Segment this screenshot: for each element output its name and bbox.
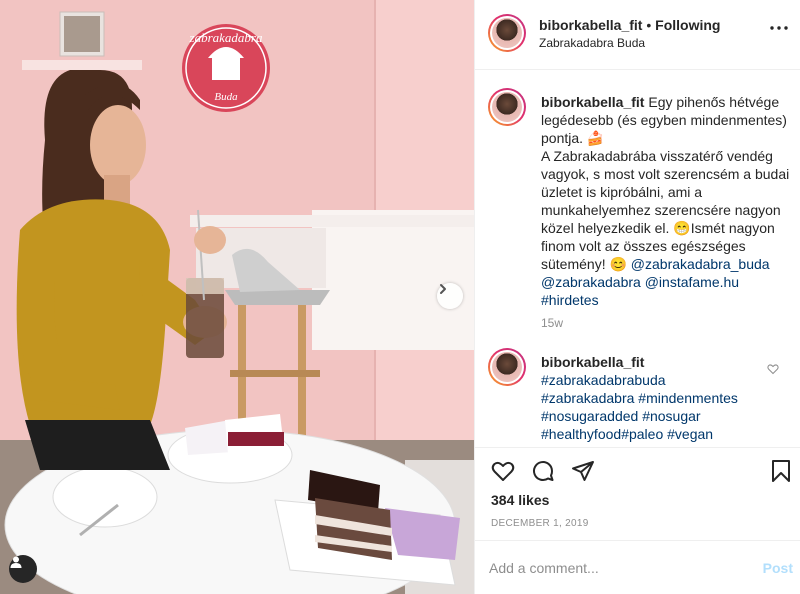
comment-input[interactable]: [489, 556, 749, 580]
hashtag-link[interactable]: #zabrakadabra: [541, 390, 634, 406]
share-icon[interactable]: [571, 459, 595, 483]
caption-avatar[interactable]: [488, 88, 526, 126]
caption-username[interactable]: biborkabella_fit: [541, 94, 644, 110]
comment-icon[interactable]: [531, 459, 555, 483]
hashtag-link[interactable]: #hirdetes: [541, 292, 599, 308]
post-actions: 384 likes DECEMBER 1, 2019: [475, 447, 800, 545]
hashtag-link[interactable]: #zabrakadabrabuda: [541, 372, 666, 388]
hashtag-link[interactable]: #mindenmentes: [638, 390, 738, 406]
comment-avatar[interactable]: [488, 348, 526, 386]
avatar[interactable]: [488, 14, 526, 52]
post-side-panel: biborkabella_fit • Following Zabrakadabr…: [474, 0, 800, 594]
mention-link[interactable]: @zabrakadabra: [541, 274, 641, 290]
user-tag-icon: [10, 556, 22, 568]
post-header: biborkabella_fit • Following Zabrakadabr…: [475, 0, 800, 70]
chevron-right-icon: [440, 284, 446, 294]
logo-text: zabrakadabra: [189, 30, 263, 45]
show-tags-button[interactable]: [9, 555, 37, 583]
header-user-line: biborkabella_fit • Following: [539, 17, 720, 33]
post-photo[interactable]: zabrakadabra Buda: [0, 0, 474, 594]
logo-subtext: Buda: [214, 91, 238, 103]
post-comment-button[interactable]: Post: [763, 560, 793, 576]
likes-count[interactable]: 384 likes: [491, 492, 549, 508]
mention-link[interactable]: @instafame.hu: [645, 274, 739, 290]
header-separator: •: [646, 17, 652, 33]
caption-timestamp[interactable]: 15w: [541, 316, 563, 330]
heart-icon[interactable]: [491, 459, 515, 483]
location-link[interactable]: Zabrakadabra Buda: [539, 36, 645, 50]
hashtag-link[interactable]: #healthyfood: [541, 426, 621, 442]
bookmark-icon[interactable]: [769, 459, 793, 483]
following-button[interactable]: Following: [655, 17, 720, 33]
comment-username[interactable]: biborkabella_fit: [541, 354, 644, 370]
comment-like-heart-icon[interactable]: [767, 363, 779, 375]
hashtag-link[interactable]: #nosugaradded: [541, 408, 638, 424]
mention-link[interactable]: @zabrakadabra_buda: [631, 256, 770, 272]
post-date[interactable]: DECEMBER 1, 2019: [491, 518, 589, 529]
header-username[interactable]: biborkabella_fit: [539, 17, 642, 33]
hashtag-link[interactable]: #vegan: [667, 426, 713, 442]
photo-illustration: zabrakadabra Buda: [0, 0, 474, 594]
caption-text: biborkabella_fit Egy pihenős hétvége leg…: [541, 93, 791, 309]
next-photo-button[interactable]: [437, 283, 463, 309]
caption-line2: A Zabrakadabrába visszatérő vendég vagyo…: [541, 148, 790, 272]
zabrakadabra-logo: zabrakadabra Buda: [182, 24, 270, 112]
add-comment-bar: Post: [475, 540, 800, 594]
hashtag-link[interactable]: #paleo: [621, 426, 663, 442]
comment-text: biborkabella_fit #zabrakadabrabuda #zabr…: [541, 353, 761, 443]
comments-section[interactable]: biborkabella_fit Egy pihenős hétvége leg…: [475, 71, 800, 447]
more-options-icon[interactable]: [770, 26, 788, 30]
hashtag-link[interactable]: #nosugar: [642, 408, 700, 424]
